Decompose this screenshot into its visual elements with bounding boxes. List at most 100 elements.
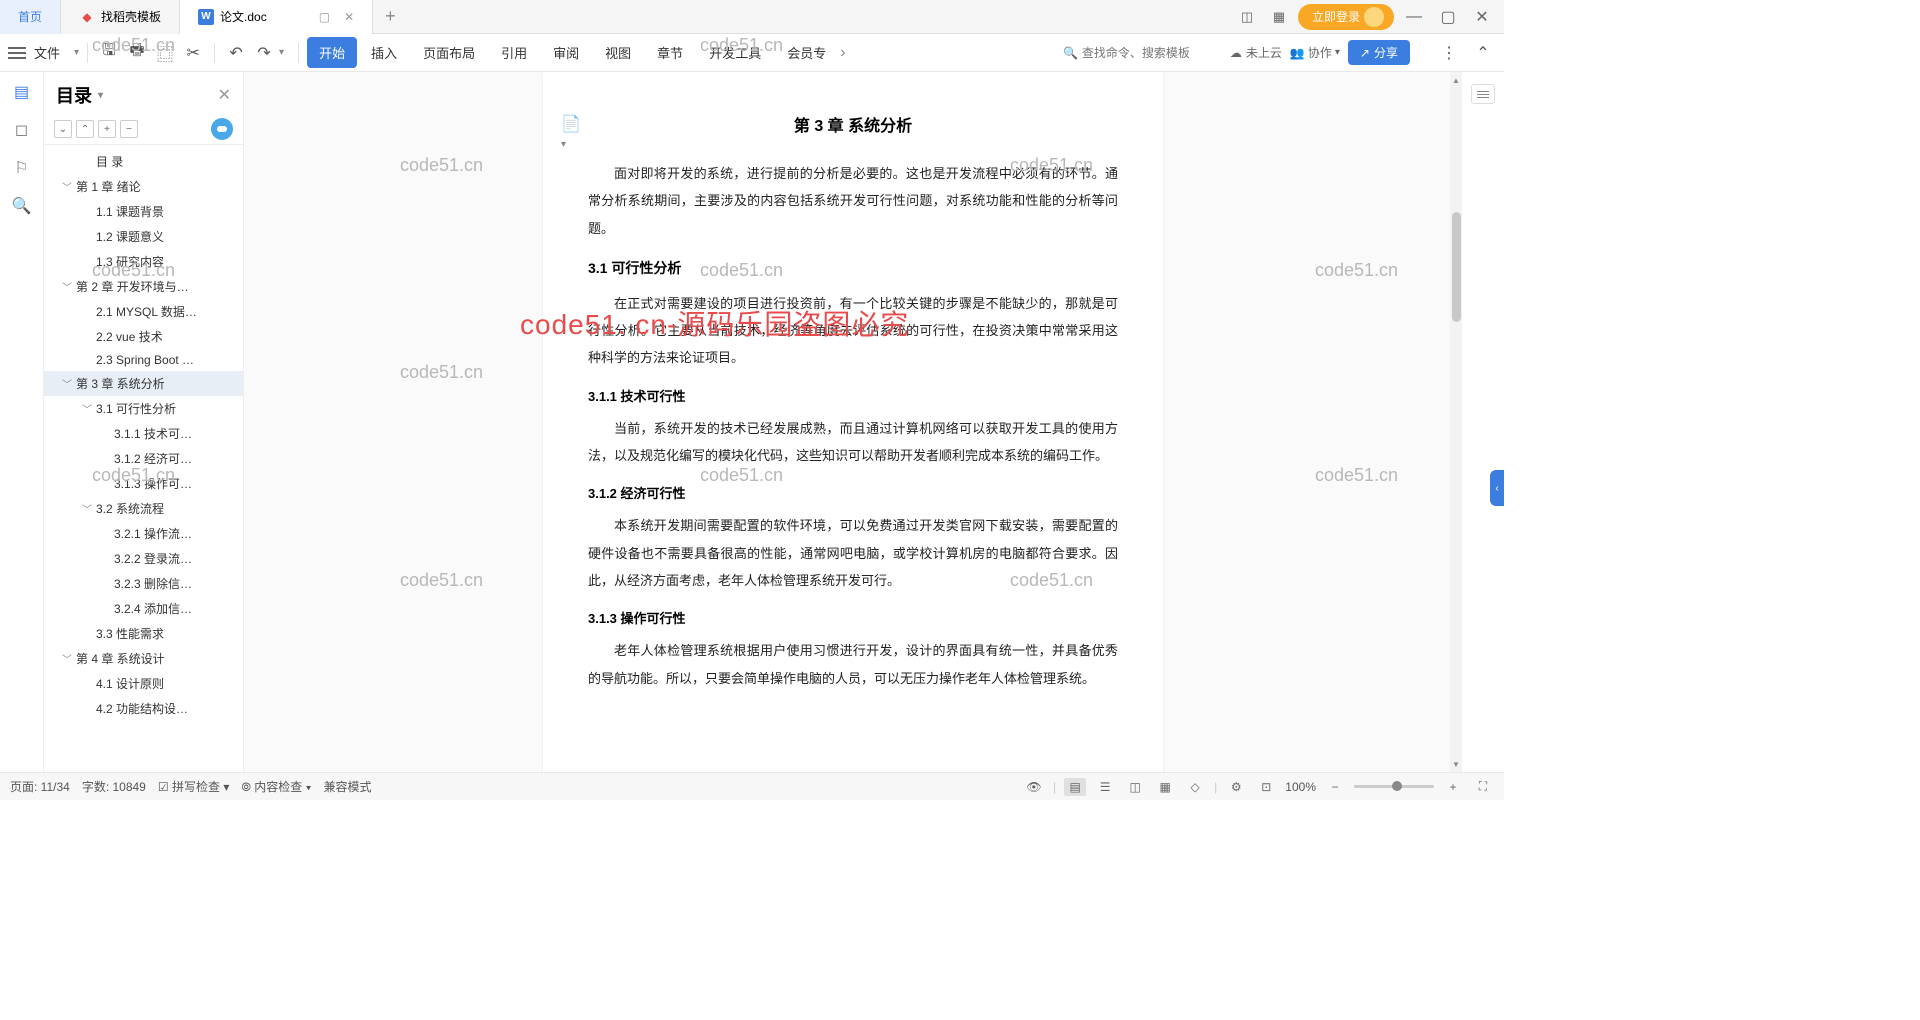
- paste-icon[interactable]: ✂: [180, 40, 206, 66]
- toc-item[interactable]: 1.3 研究内容: [44, 249, 243, 274]
- menu-reference[interactable]: 引用: [489, 37, 539, 68]
- collab-button[interactable]: 👥 协作 ▾: [1290, 44, 1340, 61]
- menu-scroll-right-icon[interactable]: ›: [840, 44, 845, 62]
- undo-icon[interactable]: ↶: [223, 40, 249, 66]
- tab-templates[interactable]: ◆ 找稻壳模板: [61, 0, 180, 34]
- preview-icon[interactable]: ⿴: [152, 40, 178, 66]
- toc-item[interactable]: 3.1.3 操作可…: [44, 471, 243, 496]
- add-level-icon[interactable]: +: [98, 120, 116, 138]
- print-icon[interactable]: 🖶: [124, 40, 150, 66]
- view-read-icon[interactable]: ▦: [1154, 778, 1176, 796]
- toc-item[interactable]: 3.2.1 操作流…: [44, 521, 243, 546]
- toc-item[interactable]: 2.2 vue 技术: [44, 324, 243, 349]
- scroll-up-icon[interactable]: ▲: [1450, 74, 1462, 86]
- remove-level-icon[interactable]: −: [120, 120, 138, 138]
- view-web-icon[interactable]: ◫: [1124, 778, 1146, 796]
- toc-item[interactable]: ﹀第 2 章 开发环境与…: [44, 274, 243, 299]
- toc-item[interactable]: 3.1.2 经济可…: [44, 446, 243, 471]
- toc-item[interactable]: 3.3 性能需求: [44, 621, 243, 646]
- window-close-icon[interactable]: ✕: [1468, 5, 1496, 29]
- apps-icon[interactable]: ▦: [1266, 6, 1292, 28]
- toc-item[interactable]: 1.1 课题背景: [44, 199, 243, 224]
- toc-item[interactable]: ﹀第 4 章 系统设计: [44, 646, 243, 671]
- outline-rail-icon[interactable]: ▤: [12, 82, 32, 102]
- tab-document[interactable]: W 论文.doc ▢ ✕: [180, 0, 373, 34]
- search-box[interactable]: 🔍: [1063, 46, 1222, 60]
- file-menu[interactable]: 文件: [34, 43, 60, 62]
- bookmark-rail-icon[interactable]: ⚐: [12, 158, 32, 178]
- toc-item[interactable]: 3.2.3 删除信…: [44, 571, 243, 596]
- toc-item[interactable]: ﹀3.2 系统流程: [44, 496, 243, 521]
- toc-item[interactable]: 3.1.1 技术可…: [44, 421, 243, 446]
- fullscreen-icon[interactable]: ⛶: [1472, 778, 1494, 796]
- cloud-status[interactable]: ☁ 未上云: [1230, 44, 1282, 61]
- minimize-icon[interactable]: —: [1400, 5, 1428, 29]
- eye-icon[interactable]: 👁: [1023, 778, 1045, 796]
- toc-item-label: 第 3 章 系统分析: [76, 375, 165, 392]
- right-panel-toggle[interactable]: [1471, 84, 1495, 104]
- save-icon[interactable]: 🖫: [96, 40, 122, 66]
- toc-item[interactable]: 4.1 设计原则: [44, 671, 243, 696]
- chevron-down-icon[interactable]: ▾: [98, 90, 103, 101]
- toc-item[interactable]: ﹀第 1 章 绪论: [44, 174, 243, 199]
- split-view-icon[interactable]: ◫: [1234, 6, 1260, 28]
- ai-assist-icon[interactable]: [211, 118, 233, 140]
- toc-item[interactable]: 1.2 课题意义: [44, 224, 243, 249]
- maximize-icon[interactable]: ▢: [1434, 5, 1462, 29]
- scroll-down-icon[interactable]: ▼: [1450, 758, 1462, 770]
- zoom-in-icon[interactable]: +: [1442, 778, 1464, 796]
- menu-view[interactable]: 视图: [593, 37, 643, 68]
- zoom-fit-icon[interactable]: ⊡: [1255, 778, 1277, 796]
- hamburger-icon[interactable]: [8, 47, 26, 59]
- add-tab-button[interactable]: +: [373, 6, 408, 27]
- scrollbar-thumb[interactable]: [1452, 212, 1461, 322]
- status-spellcheck[interactable]: ☑ 拼写检查 ▾: [158, 778, 229, 795]
- document-viewport[interactable]: 📄 ▾ 第 3 章 系统分析 面对即将开发的系统，进行提前的分析是必要的。这也是…: [244, 72, 1462, 772]
- zoom-level[interactable]: 100%: [1285, 780, 1316, 794]
- toc-item[interactable]: 3.2.4 添加信…: [44, 596, 243, 621]
- tab-present-icon[interactable]: ▢: [319, 10, 330, 24]
- status-page[interactable]: 页面: 11/34: [10, 778, 70, 795]
- object-rail-icon[interactable]: ◻: [12, 120, 32, 140]
- toc-item[interactable]: 2.3 Spring Boot …: [44, 349, 243, 371]
- zoom-slider[interactable]: [1354, 785, 1434, 788]
- view-outline-icon[interactable]: ☰: [1094, 778, 1116, 796]
- scrollbar-track[interactable]: ▲ ▼: [1450, 72, 1462, 772]
- toc-list[interactable]: 目 录﹀第 1 章 绪论1.1 课题背景1.2 课题意义1.3 研究内容﹀第 2…: [44, 145, 243, 772]
- ribbon-collapse-icon[interactable]: ⌃: [1470, 40, 1496, 66]
- tab-home[interactable]: 首页: [0, 0, 61, 34]
- content-check-icon: ⦾: [241, 780, 251, 794]
- menu-devtools[interactable]: 开发工具: [697, 37, 773, 68]
- view-focus-icon[interactable]: ◇: [1184, 778, 1206, 796]
- close-icon[interactable]: ✕: [344, 10, 354, 24]
- menu-insert[interactable]: 插入: [359, 37, 409, 68]
- toc-item[interactable]: 目 录: [44, 149, 243, 174]
- toc-item[interactable]: 3.2.2 登录流…: [44, 546, 243, 571]
- page-edit-icon[interactable]: 📄 ▾: [561, 114, 583, 136]
- outline-close-icon[interactable]: ✕: [218, 85, 231, 105]
- expand-all-icon[interactable]: ⌃: [76, 120, 94, 138]
- redo-icon[interactable]: ↷: [251, 40, 277, 66]
- toc-item[interactable]: 2.1 MYSQL 数据…: [44, 299, 243, 324]
- side-expand-tab[interactable]: ‹: [1490, 470, 1504, 506]
- menu-start[interactable]: 开始: [307, 37, 357, 68]
- view-page-icon[interactable]: ▤: [1064, 778, 1086, 796]
- collapse-all-icon[interactable]: ⌄: [54, 120, 72, 138]
- search-rail-icon[interactable]: 🔍: [12, 196, 32, 216]
- search-input[interactable]: [1082, 46, 1222, 60]
- share-button[interactable]: ↗ 分享: [1348, 40, 1410, 65]
- login-button[interactable]: 立即登录: [1298, 4, 1394, 30]
- ribbon-more-icon[interactable]: ⋮: [1436, 40, 1462, 66]
- menu-pagelayout[interactable]: 页面布局: [411, 37, 487, 68]
- settings-icon[interactable]: ⚙: [1225, 778, 1247, 796]
- toc-item[interactable]: ﹀3.1 可行性分析: [44, 396, 243, 421]
- zoom-out-icon[interactable]: −: [1324, 778, 1346, 796]
- toc-item[interactable]: ﹀第 3 章 系统分析: [44, 371, 243, 396]
- menu-chapter[interactable]: 章节: [645, 37, 695, 68]
- status-words[interactable]: 字数: 10849: [82, 778, 146, 795]
- menu-review[interactable]: 审阅: [541, 37, 591, 68]
- menu-member[interactable]: 会员专: [775, 37, 838, 68]
- status-content-check[interactable]: ⦾ 内容检查 ▾: [241, 778, 311, 795]
- zoom-thumb[interactable]: [1392, 781, 1402, 791]
- toc-item[interactable]: 4.2 功能结构设…: [44, 696, 243, 721]
